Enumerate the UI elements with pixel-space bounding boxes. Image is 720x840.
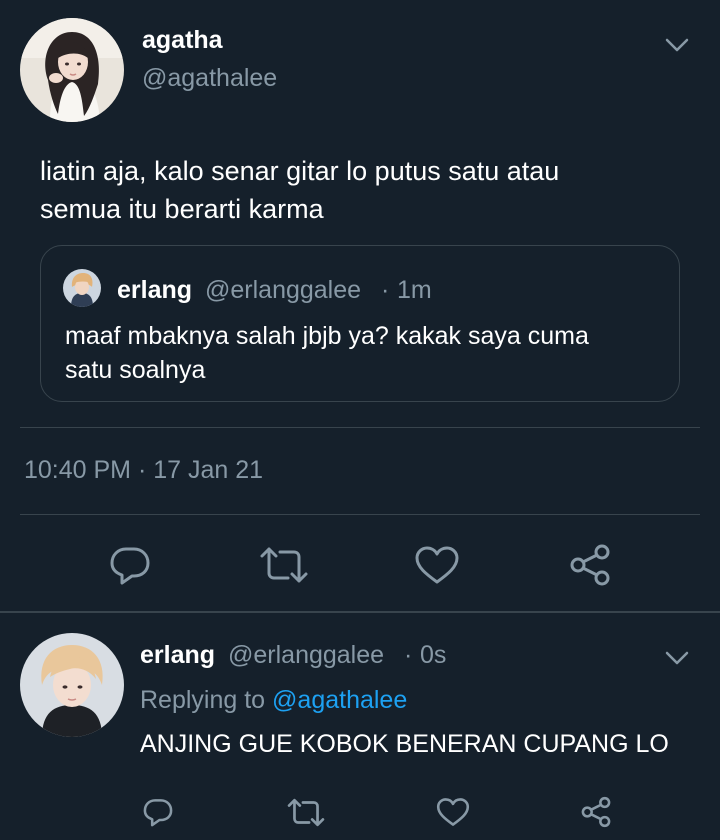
reply-avatar-image: [20, 633, 124, 737]
author-handle[interactable]: @agathalee: [142, 64, 277, 93]
replying-to-prefix: Replying to: [140, 686, 266, 714]
share-icon[interactable]: [568, 543, 612, 587]
share-icon[interactable]: [580, 796, 612, 828]
author-name[interactable]: agatha: [142, 26, 223, 55]
avatar-image: [20, 18, 124, 122]
reply-avatar[interactable]: [20, 633, 124, 737]
reply-author-name[interactable]: erlang: [140, 641, 215, 670]
tweet-timestamp[interactable]: 10:40 PM · 17 Jan 21: [24, 456, 263, 485]
reply-text: ANJING GUE KOBOK BENERAN CUPANG LO: [140, 730, 669, 758]
replying-to: Replying to @agathalee: [140, 686, 407, 715]
quoted-tweet[interactable]: erlang @erlanggalee · 1m maaf mbaknya sa…: [40, 245, 680, 402]
reply-icon[interactable]: [108, 543, 152, 587]
heart-icon[interactable]: [414, 545, 460, 585]
quoted-separator: ·: [381, 276, 390, 304]
retweet-icon[interactable]: [286, 797, 326, 828]
quoted-author-name: erlang: [117, 276, 193, 304]
quoted-text-line-2: satu soalnya: [65, 356, 206, 384]
retweet-icon[interactable]: [258, 545, 310, 585]
quoted-text-line-1: maaf mbaknya salah jbjb ya? kakak saya c…: [65, 322, 589, 350]
chevron-down-icon[interactable]: [664, 32, 690, 58]
reply-time: 0s: [420, 641, 447, 669]
divider: [20, 514, 700, 515]
tweet-text-line-1: liatin aja, kalo senar gitar lo putus sa…: [40, 156, 560, 186]
replying-to-handle[interactable]: @agathalee: [272, 686, 407, 714]
main-tweet: agatha @agathalee liatin aja, kalo senar…: [0, 0, 720, 612]
reply-separator: ·: [404, 641, 413, 669]
reply-icon[interactable]: [142, 796, 174, 828]
divider: [20, 427, 700, 428]
tweet-text-line-2: semua itu berarti karma: [40, 194, 324, 224]
reply-author-handle[interactable]: @erlanggalee: [228, 641, 384, 670]
chevron-down-icon[interactable]: [664, 645, 690, 671]
quoted-author-handle: @erlanggalee: [205, 276, 362, 304]
quoted-avatar-image: [63, 269, 101, 307]
quoted-avatar: [63, 269, 101, 307]
reply-tweet[interactable]: erlang @erlanggalee · 0s Replying to @ag…: [0, 613, 720, 840]
heart-icon[interactable]: [436, 797, 470, 827]
quoted-time: 1m: [397, 276, 432, 304]
avatar[interactable]: [20, 18, 124, 122]
